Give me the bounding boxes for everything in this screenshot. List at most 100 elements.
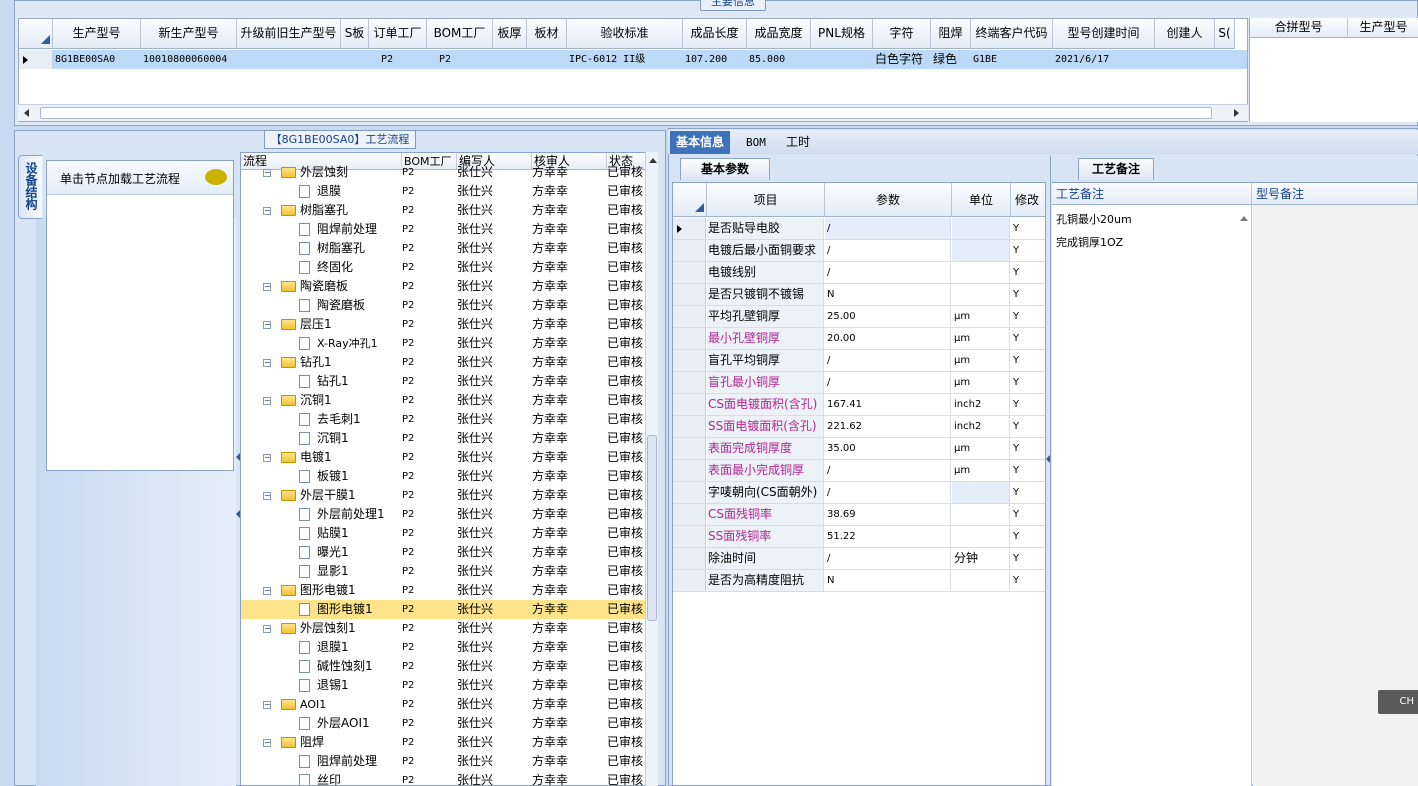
col-model-notes[interactable]: 型号备注 — [1252, 183, 1418, 205]
col-merge-model[interactable]: 合拼型号 — [1250, 18, 1348, 38]
tree-row[interactable]: 曝光1 P2 张仕兴 方幸幸 已审核 — [241, 543, 645, 562]
tree-row[interactable]: X-Ray冲孔1 P2 张仕兴 方幸幸 已审核 — [241, 334, 645, 353]
param-modified[interactable]: Y — [1011, 262, 1045, 283]
tree-row[interactable]: 退膜1 P2 张仕兴 方幸幸 已审核 — [241, 638, 645, 657]
tree-row[interactable]: 退膜 P2 张仕兴 方幸幸 已审核 — [241, 182, 645, 201]
tree-row[interactable]: − 层压1 P2 张仕兴 方幸幸 已审核 — [241, 315, 645, 334]
param-row[interactable]: 字唛朝向(CS面朝外) / Y — [673, 482, 1045, 504]
collapse-toggle-icon[interactable]: − — [263, 454, 271, 462]
param-row[interactable]: 是否只镀铜不镀锡 N Y — [673, 284, 1045, 306]
cell-new-production-model[interactable]: 10010800060004 — [143, 50, 237, 69]
param-modified[interactable]: Y — [1011, 460, 1045, 481]
param-modified[interactable]: Y — [1011, 350, 1045, 371]
col-item[interactable]: 项目 — [707, 183, 825, 217]
param-modified[interactable]: Y — [1011, 570, 1045, 591]
param-modified[interactable]: Y — [1011, 416, 1045, 437]
tree-row[interactable]: 阻焊前处理 P2 张仕兴 方幸幸 已审核 — [241, 752, 645, 771]
param-row[interactable]: 表面完成铜厚度 35.00 μm Y — [673, 438, 1045, 460]
cell-production-model[interactable]: 8G1BE00SA0 — [55, 50, 141, 69]
col-modify[interactable]: 修改 — [1011, 183, 1045, 217]
node-panel[interactable]: 单击节点加载工艺流程 — [46, 160, 234, 471]
col-s-board[interactable]: S板 — [341, 19, 369, 49]
col-pnl-spec[interactable]: PNL规格 — [811, 19, 873, 49]
scroll-left-icon[interactable] — [24, 109, 29, 117]
tree-row[interactable]: − 沉铜1 P2 张仕兴 方幸幸 已审核 — [241, 391, 645, 410]
param-row[interactable]: CS面残铜率 38.69 Y — [673, 504, 1045, 526]
col-customer-code[interactable]: 终端客户代码 — [971, 19, 1053, 49]
param-unit[interactable] — [952, 482, 1010, 503]
col-product-width[interactable]: 成品宽度 — [747, 19, 811, 49]
param-unit[interactable] — [952, 526, 1010, 547]
param-row[interactable]: CS面电镀面积(含孔) 167.41 inch2 Y — [673, 394, 1045, 416]
param-unit[interactable]: μm — [952, 372, 1010, 393]
collapse-toggle-icon[interactable]: − — [263, 359, 271, 367]
tree-row[interactable]: 外层AOI1 P2 张仕兴 方幸幸 已审核 — [241, 714, 645, 733]
collapse-toggle-icon[interactable]: − — [263, 169, 271, 177]
param-value[interactable]: / — [825, 262, 951, 283]
param-unit[interactable]: 分钟 — [952, 548, 1010, 569]
collapse-toggle-icon[interactable]: − — [263, 625, 271, 633]
collapse-toggle-icon[interactable]: − — [263, 492, 271, 500]
tree-row[interactable]: 板镀1 P2 张仕兴 方幸幸 已审核 — [241, 467, 645, 486]
param-unit[interactable]: inch2 — [952, 394, 1010, 415]
tab-process-notes[interactable]: 工艺备注 — [1078, 158, 1154, 180]
tree-row[interactable]: 钻孔1 P2 张仕兴 方幸幸 已审核 — [241, 372, 645, 391]
process-tree[interactable]: 流程 BOM工厂 编写人 核审人 状态 − 外层蚀刻 P2 张仕兴 方幸幸 已审核 退膜 P2… — [240, 152, 658, 786]
param-row[interactable]: 盲孔平均铜厚 / μm Y — [673, 350, 1045, 372]
scroll-thumb[interactable] — [40, 107, 1212, 119]
col-creator[interactable]: 创建人 — [1155, 19, 1215, 49]
cell-order-factory[interactable]: P2 — [371, 50, 427, 69]
cell-bom-factory[interactable]: P2 — [429, 50, 493, 69]
param-modified[interactable]: Y — [1011, 548, 1045, 569]
tab-basic-info[interactable]: 基本信息 — [670, 131, 731, 154]
tree-row[interactable]: 陶瓷磨板 P2 张仕兴 方幸幸 已审核 — [241, 296, 645, 315]
collapse-toggle-icon[interactable]: − — [263, 283, 271, 291]
tree-row[interactable]: − 阻焊 P2 张仕兴 方幸幸 已审核 — [241, 733, 645, 752]
col-solder-mask[interactable]: 阻焊 — [931, 19, 971, 49]
param-value[interactable]: / — [825, 460, 951, 481]
param-value[interactable]: / — [825, 350, 951, 371]
param-unit[interactable]: μm — [952, 438, 1010, 459]
param-modified[interactable]: Y — [1011, 328, 1045, 349]
tree-row[interactable]: − 钻孔1 P2 张仕兴 方幸幸 已审核 — [241, 353, 645, 372]
param-row[interactable]: 是否为高精度阻抗 N Y — [673, 570, 1045, 592]
tree-row[interactable]: 丝印 P2 张仕兴 方幸幸 已审核 — [241, 771, 645, 785]
param-value[interactable]: 20.00 — [825, 328, 951, 349]
param-value[interactable]: / — [825, 372, 951, 393]
param-unit[interactable] — [952, 240, 1010, 261]
tree-row[interactable]: − 外层蚀刻1 P2 张仕兴 方幸幸 已审核 — [241, 619, 645, 638]
param-unit[interactable] — [952, 504, 1010, 525]
node-panel-header[interactable]: 单击节点加载工艺流程 — [47, 161, 233, 195]
param-value[interactable]: N — [825, 284, 951, 305]
tree-row[interactable]: 终固化 P2 张仕兴 方幸幸 已审核 — [241, 258, 645, 277]
col-thickness[interactable]: 板厚 — [493, 19, 527, 49]
param-unit[interactable]: inch2 — [952, 416, 1010, 437]
speech-bubble-icon[interactable] — [205, 169, 227, 185]
param-unit[interactable]: μm — [952, 328, 1010, 349]
collapse-toggle-icon[interactable]: − — [263, 739, 271, 747]
param-row[interactable]: 平均孔壁铜厚 25.00 μm Y — [673, 306, 1045, 328]
param-modified[interactable]: Y — [1011, 482, 1045, 503]
param-row[interactable]: SS面残铜率 51.22 Y — [673, 526, 1045, 548]
tree-row[interactable]: 图形电镀1 P2 张仕兴 方幸幸 已审核 — [241, 600, 645, 619]
param-unit[interactable] — [952, 262, 1010, 283]
col-bom-factory[interactable]: BOM工厂 — [427, 19, 493, 49]
horizontal-scrollbar[interactable] — [18, 104, 1248, 121]
col-process-notes[interactable]: 工艺备注 — [1052, 183, 1252, 205]
param-row[interactable]: 盲孔最小铜厚 / μm Y — [673, 372, 1045, 394]
param-modified[interactable]: Y — [1011, 394, 1045, 415]
param-value[interactable]: 51.22 — [825, 526, 951, 547]
param-row[interactable]: 电镀线别 / Y — [673, 262, 1045, 284]
param-modified[interactable]: Y — [1011, 284, 1045, 305]
tree-row[interactable]: 贴膜1 P2 张仕兴 方幸幸 已审核 — [241, 524, 645, 543]
param-modified[interactable]: Y — [1011, 504, 1045, 525]
param-unit[interactable]: μm — [952, 350, 1010, 371]
scroll-up-icon[interactable] — [649, 158, 657, 163]
param-value[interactable]: / — [825, 482, 951, 503]
scroll-right-icon[interactable] — [1234, 109, 1239, 117]
param-modified[interactable]: Y — [1011, 526, 1045, 547]
param-unit[interactable] — [952, 218, 1010, 239]
tree-row[interactable]: − 外层蚀刻 P2 张仕兴 方幸幸 已审核 — [241, 163, 645, 182]
col-production-model[interactable]: 生产型号 — [53, 19, 141, 49]
tree-row[interactable]: − 外层干膜1 P2 张仕兴 方幸幸 已审核 — [241, 486, 645, 505]
